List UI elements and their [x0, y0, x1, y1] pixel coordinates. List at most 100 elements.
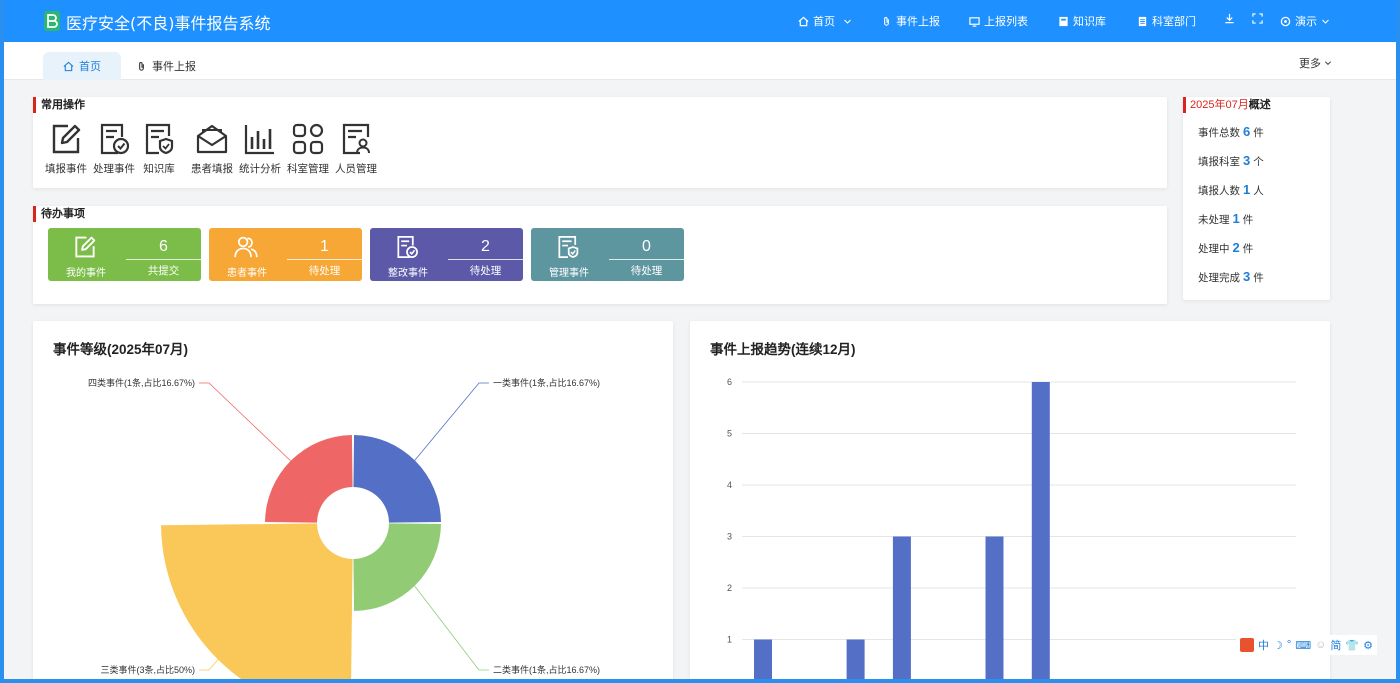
tab-report[interactable]: 事件上报 — [116, 52, 216, 80]
bar-y-tick: 6 — [727, 377, 732, 387]
mail-open-icon — [196, 124, 228, 154]
person-icon[interactable]: ☺ — [1315, 639, 1326, 651]
qa-label: 处理事件 — [93, 163, 135, 175]
monitor-icon — [969, 16, 980, 27]
ime-simp[interactable]: 简 — [1330, 637, 1341, 653]
nav-department[interactable]: 科室部门 — [1137, 13, 1196, 29]
gear-icon[interactable]: ⚙ — [1363, 639, 1373, 652]
tab-home-label: 首页 — [79, 61, 101, 73]
pie-leader-line — [199, 382, 297, 467]
todo-patient-events[interactable]: 患者事件 1 待处理 — [209, 228, 362, 281]
quick-actions-row: 填报事件 处理事件 知识库 患者填报 统计分析 科室管理 人员管理 — [45, 121, 383, 176]
overview-item-unit: 件 — [1242, 214, 1254, 226]
bar-y-tick: 1 — [727, 635, 732, 645]
qa-report-event[interactable]: 填报事件 — [45, 121, 87, 176]
overview-item: 未处理 1 件 — [1198, 211, 1264, 240]
todo-divider — [448, 259, 523, 260]
nav-home-label: 首页 — [813, 16, 835, 28]
doc-check-icon — [397, 236, 418, 258]
overview-list: 事件总数 6 件 填报科室 3 个 填报人数 1 人 未处理 1 件 处理中 2 件 处理完成 3 件 — [1198, 124, 1264, 298]
overview-title: 2025年07月概述 — [1183, 97, 1271, 113]
pie-label: 四类事件(1条,占比16.67%) — [88, 377, 195, 388]
pie-chart-card: 事件等级(2025年07月) 一类事件(1条,占比16.67%) 二类事件(1条,… — [33, 321, 673, 679]
download-icon — [1225, 13, 1234, 24]
qa-staff-mgmt[interactable]: 人员管理 — [335, 121, 377, 176]
ime-lang[interactable]: 中 — [1258, 637, 1269, 653]
bar-y-tick: 5 — [727, 429, 732, 439]
tab-report-label: 事件上报 — [152, 61, 196, 73]
nav-report[interactable]: 事件上报 — [881, 13, 940, 29]
more-menu[interactable]: 更多 — [1299, 55, 1332, 71]
doc-shield-icon — [145, 123, 174, 155]
tab-home[interactable]: 首页 — [43, 52, 121, 80]
qa-label: 科室管理 — [287, 163, 329, 175]
user-menu[interactable]: 演示 — [1280, 13, 1330, 29]
pie-leader-line — [409, 382, 489, 467]
download-button[interactable] — [1224, 13, 1235, 24]
bar-chart-card: 事件上报趋势(连续12月) 123456 — [690, 321, 1330, 679]
doc-shield-icon — [558, 236, 579, 259]
pie-slice[interactable] — [353, 435, 441, 523]
todo-name: 整改事件 — [388, 268, 428, 279]
keyboard-icon[interactable]: ⌨ — [1295, 639, 1311, 652]
qa-handle-event[interactable]: 处理事件 — [93, 121, 135, 176]
bar[interactable] — [1031, 382, 1050, 679]
overview-item-value: 2 — [1232, 240, 1240, 255]
overview-item-label: 处理完成 — [1198, 272, 1240, 284]
pie-label: 二类事件(1条,占比16.67%) — [493, 664, 600, 675]
pie-chart: 一类事件(1条,占比16.67%) 二类事件(1条,占比16.67%) 三类事件(3… — [88, 377, 600, 679]
todo-count: 6 — [159, 238, 168, 255]
bar[interactable] — [892, 536, 911, 680]
moon-icon[interactable]: ☽ — [1273, 639, 1283, 652]
pie-slice[interactable] — [353, 523, 441, 611]
pie-slice[interactable] — [265, 435, 353, 523]
id-card-icon — [342, 123, 370, 155]
bar-y-tick: 2 — [727, 583, 732, 593]
overview-item-label: 填报科室 — [1198, 156, 1240, 168]
overview-item-value: 3 — [1243, 269, 1251, 284]
overview-item: 事件总数 6 件 — [1198, 124, 1264, 153]
todo-divider — [609, 259, 684, 260]
chevron-down-icon — [1322, 19, 1329, 24]
todo-status: 待处理 — [469, 265, 502, 277]
qa-statistics[interactable]: 统计分析 — [239, 121, 281, 176]
ime-toolbar[interactable]: 中 ☽ ° ⌨ ☺ 简 👕 ⚙ — [1236, 635, 1377, 655]
paperclip-icon — [139, 61, 144, 71]
todo-rectify-events[interactable]: 整改事件 2 待处理 — [370, 228, 523, 281]
overview-item-unit: 件 — [1253, 127, 1264, 139]
qa-patient-report[interactable]: 患者填报 — [191, 121, 233, 176]
shirt-icon[interactable]: 👕 — [1345, 639, 1359, 652]
qa-knowledge[interactable]: 知识库 — [141, 121, 177, 176]
qa-label: 患者填报 — [191, 163, 233, 175]
overview-item-value: 6 — [1243, 124, 1251, 139]
overview-item: 处理完成 3 件 — [1198, 269, 1264, 298]
todo-status: 待处理 — [308, 265, 341, 277]
doc-check-icon — [100, 123, 130, 155]
bar[interactable] — [985, 536, 1004, 680]
qa-label: 填报事件 — [45, 163, 87, 175]
overview-item-unit: 个 — [1253, 156, 1264, 168]
nav-knowledge[interactable]: 知识库 — [1058, 13, 1106, 29]
tab-bar: 首页 事件上报 更多 — [4, 42, 1396, 80]
qa-department-mgmt[interactable]: 科室管理 — [287, 121, 329, 176]
edit-icon — [75, 236, 96, 258]
bar[interactable] — [754, 639, 772, 680]
pie-slice[interactable] — [161, 523, 353, 679]
nav-report-list[interactable]: 上报列表 — [969, 13, 1028, 29]
qa-label: 统计分析 — [239, 163, 281, 175]
bar[interactable] — [846, 639, 865, 680]
fullscreen-button[interactable] — [1252, 13, 1263, 24]
dot-icon[interactable]: ° — [1287, 639, 1291, 651]
chevron-down-icon — [844, 19, 851, 24]
pie-leader-line — [409, 580, 489, 671]
todo-name: 我的事件 — [66, 268, 106, 279]
overview-label: 概述 — [1248, 99, 1271, 111]
todo-manage-events[interactable]: 管理事件 0 待处理 — [531, 228, 684, 281]
nav-home[interactable]: 首页 — [798, 13, 852, 29]
todos-card: 待办事项 我的事件 6 共提交 患者事件 1 待处理 整改事件 2 待处理 管理… — [33, 206, 1167, 304]
overview-item: 填报人数 1 人 — [1198, 182, 1264, 211]
bar-chart: 1 2 3 4 5 6 — [727, 377, 1296, 680]
home-icon — [63, 61, 74, 71]
todo-my-events[interactable]: 我的事件 6 共提交 — [48, 228, 201, 281]
nav-department-label: 科室部门 — [1152, 16, 1196, 28]
